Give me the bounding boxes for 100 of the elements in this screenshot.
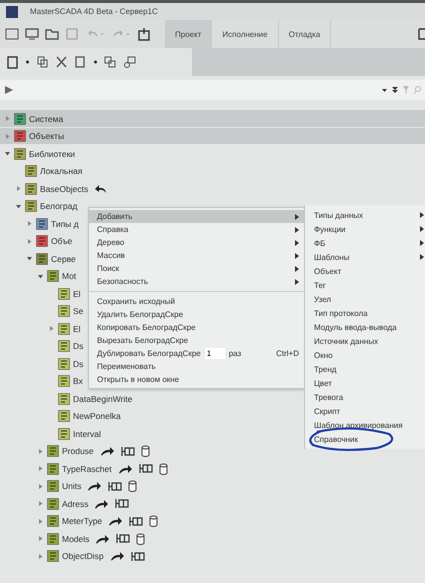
tree-item[interactable]: Локальная [40, 166, 82, 176]
menu-item-suffix: раз [228, 349, 242, 358]
menu-item[interactable]: Поиск [89, 262, 307, 275]
tree-item[interactable]: Se [73, 306, 84, 316]
menu-item[interactable]: Модуль ввода-вывода [305, 320, 425, 334]
menu-item[interactable]: Тип протокола [305, 306, 425, 320]
copy-icon[interactable] [36, 55, 49, 69]
menu-item-label: Поиск [97, 264, 120, 273]
expand-arrow-icon[interactable] [37, 552, 44, 560]
menu-item[interactable]: Переименовать [89, 360, 307, 373]
export-icon[interactable] [137, 27, 151, 41]
menu-item[interactable]: Окно [305, 348, 425, 362]
collapse-arrow-icon[interactable] [26, 255, 33, 262]
expand-arrow-icon[interactable] [37, 518, 44, 525]
folder-icon[interactable] [45, 27, 59, 41]
document-icon[interactable] [417, 27, 425, 41]
menu-item[interactable]: Шаблон архивирования [305, 418, 425, 432]
tree-item[interactable]: El [73, 324, 81, 334]
menu-item[interactable]: Сохранить исходный [89, 295, 307, 308]
tree-node-icon [36, 218, 48, 230]
menu-item[interactable]: Дерево [89, 236, 307, 249]
count-field[interactable]: 1 [204, 348, 225, 359]
menu-item[interactable]: Источник данных [305, 334, 425, 348]
curved-arrow-icon [118, 464, 133, 474]
submenu-arrow-icon [420, 212, 424, 218]
tree-item[interactable]: Библиотеки [29, 148, 76, 159]
tree-item[interactable]: ObjectDisp [62, 551, 104, 562]
menu-item[interactable]: Тревога [305, 390, 425, 404]
tab[interactable]: Проект [165, 20, 212, 48]
menu-item[interactable]: Удалить БелоградСкре [89, 308, 307, 321]
menu-item[interactable]: Безопасность [89, 275, 307, 288]
tree-item[interactable]: Adress [62, 498, 88, 509]
expand-arrow-icon[interactable] [48, 325, 55, 332]
tree-item[interactable]: Белоград [40, 201, 78, 212]
menu-item[interactable]: Функции [305, 222, 425, 236]
tree-item[interactable]: NewPonelka [73, 411, 121, 422]
tree-item[interactable]: Bx [73, 376, 83, 386]
menu-item[interactable]: Тренд [305, 362, 425, 376]
tree-item[interactable]: Типы д [51, 218, 79, 229]
section-row[interactable]: Система [0, 110, 425, 128]
expand-arrow-icon[interactable] [15, 185, 22, 192]
expand-arrow-icon[interactable] [26, 220, 33, 228]
collapse-arrow-icon[interactable] [15, 202, 22, 210]
menu-item[interactable]: Справочник [305, 432, 425, 446]
tree-item[interactable]: Ds [73, 358, 84, 369]
expand-arrow-icon[interactable] [37, 448, 44, 455]
tree-node-icon [58, 340, 70, 352]
tree-item[interactable]: Produse [62, 446, 94, 456]
expand-arrow-icon[interactable] [26, 238, 33, 245]
menu-item[interactable]: Узел [305, 292, 425, 306]
group-icon[interactable] [104, 55, 117, 69]
menu-item[interactable]: Добавить [89, 210, 307, 223]
menu-item[interactable]: Шаблоны [305, 250, 425, 264]
curved-arrow-icon [108, 516, 124, 526]
menu-item[interactable]: Объект [305, 264, 425, 278]
expand-arrow-icon[interactable] [37, 500, 44, 508]
tree-item[interactable]: Units [62, 481, 82, 492]
expand-arrow-icon[interactable] [37, 482, 44, 490]
database-icon [149, 515, 158, 528]
tree-item[interactable]: El [73, 288, 81, 299]
tree-item[interactable]: Interval [73, 428, 101, 439]
menu-item[interactable]: Массив [89, 249, 307, 262]
menu-item[interactable]: Справка [89, 223, 307, 236]
tree-item[interactable]: Models [62, 534, 90, 544]
new-project-icon[interactable] [5, 27, 19, 41]
collapse-arrow-icon[interactable] [37, 272, 44, 280]
menu-item[interactable]: Скрипт [305, 404, 425, 418]
filter-icon[interactable] [391, 85, 399, 95]
tree-item[interactable]: BaseObjects [40, 184, 88, 194]
tree-node-icon [25, 200, 37, 212]
database-icon [136, 532, 146, 545]
menu-item[interactable]: Открыть в новом окне [89, 373, 307, 386]
menu-item[interactable]: Тег [305, 278, 425, 292]
paste-icon[interactable] [74, 55, 87, 69]
clipboard-icon[interactable] [6, 55, 19, 69]
collapse-arrow-icon[interactable] [4, 150, 11, 158]
monitor-icon[interactable] [25, 27, 39, 41]
menu-item[interactable]: Дублировать БелоградСкре 1 раз Ctrl+D [89, 347, 307, 360]
menu-item-label: Дублировать БелоградСкре [97, 349, 201, 358]
tree-item[interactable]: Серве [51, 254, 76, 264]
menu-item[interactable]: Вырезать БелоградСкре [89, 334, 307, 347]
tree-item[interactable]: TypeRaschet [62, 464, 112, 474]
section-row[interactable]: Объекты [0, 128, 425, 145]
tree-item[interactable]: Mot [62, 271, 76, 282]
cut-icon[interactable] [55, 55, 68, 69]
link-icon[interactable] [123, 55, 136, 69]
tree-item[interactable]: Объе [51, 236, 72, 246]
tree-item[interactable]: Объекты [29, 131, 64, 142]
tree-item[interactable]: MeterType [62, 516, 102, 526]
menu-item[interactable]: ФБ [305, 236, 425, 250]
io-module-icon [138, 463, 153, 474]
tree-item[interactable]: Система [29, 114, 64, 124]
tree-item[interactable]: DataBeginWrite [73, 394, 132, 404]
menu-item[interactable]: Типы данных [305, 208, 425, 222]
expand-arrow-icon[interactable] [37, 465, 44, 472]
filter-tool-icon[interactable] [4, 85, 14, 95]
menu-item[interactable]: Копировать БелоградСкре [89, 321, 307, 334]
tree-item[interactable]: Ds [73, 341, 84, 352]
menu-item[interactable]: Цвет [305, 376, 425, 390]
expand-arrow-icon[interactable] [37, 535, 44, 542]
